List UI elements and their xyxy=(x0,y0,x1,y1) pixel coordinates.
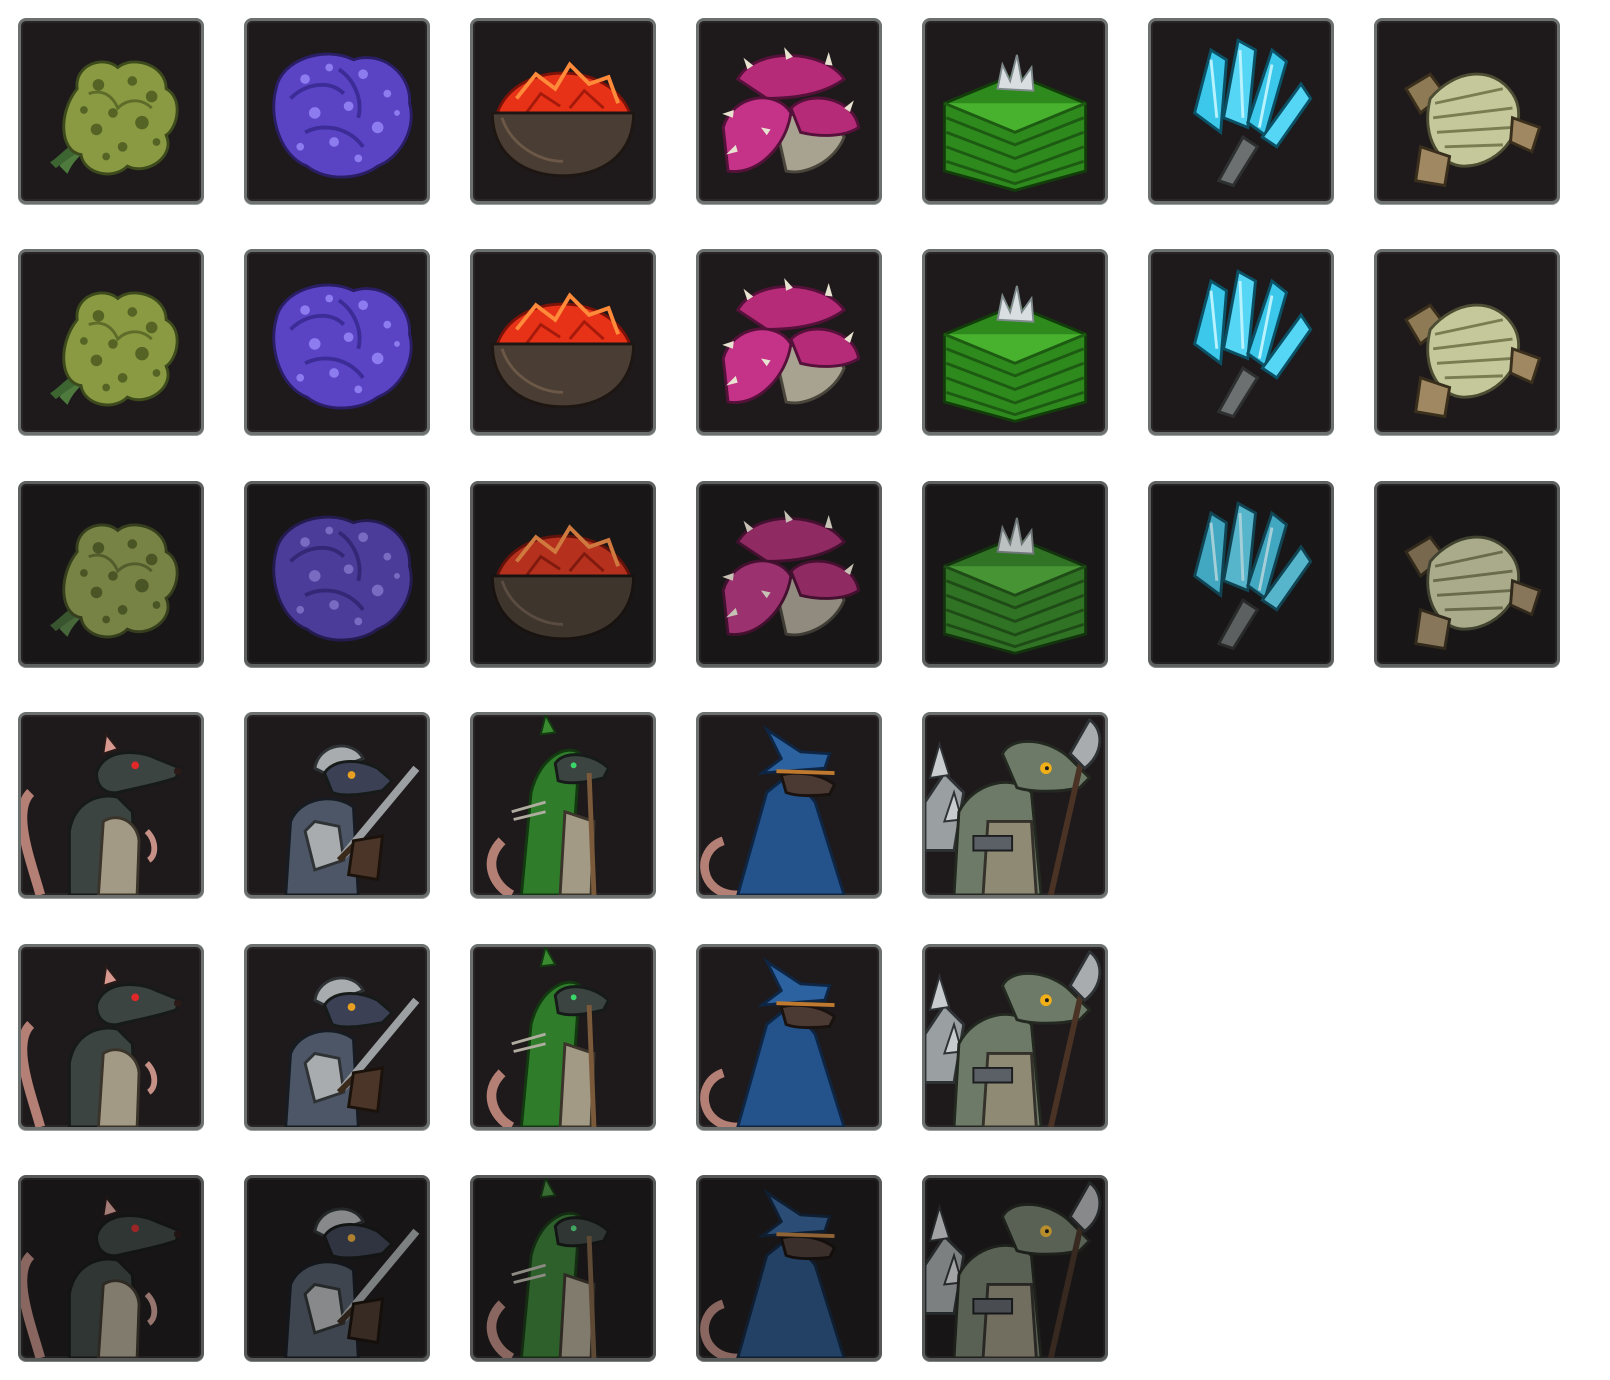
rat-brute-tile[interactable] xyxy=(922,712,1108,898)
bandage-roll-icon xyxy=(1377,484,1557,664)
ice-crystal-tile[interactable] xyxy=(1148,249,1334,435)
blueberry-cluster-icon xyxy=(247,484,427,664)
rat-ranger-icon xyxy=(473,947,653,1127)
moss-stack-tile[interactable] xyxy=(922,481,1108,667)
lichen-icon xyxy=(21,484,201,664)
lichen-tile[interactable] xyxy=(18,18,204,204)
rat-wizard-tile[interactable] xyxy=(696,1175,882,1361)
bandage-roll-tile[interactable] xyxy=(1374,481,1560,667)
moss-stack-icon xyxy=(925,484,1105,664)
rat-knight-tile[interactable] xyxy=(244,944,430,1130)
blueberry-tile[interactable] xyxy=(244,249,430,435)
moss-stack-tile[interactable] xyxy=(922,18,1108,204)
ember-bowl-icon xyxy=(473,252,653,432)
ice-crystal-sprig-icon xyxy=(1151,484,1331,664)
bandage-roll-tile[interactable] xyxy=(1374,18,1560,204)
rat-wizard-tile[interactable] xyxy=(696,944,882,1130)
rat-brute-icon xyxy=(925,715,1105,895)
blueberry-tile[interactable] xyxy=(244,481,430,667)
spiked-mushroom-icon xyxy=(699,21,879,201)
lichen-icon xyxy=(21,21,201,201)
ember-bowl-tile[interactable] xyxy=(470,18,656,204)
ice-crystal-tile[interactable] xyxy=(1148,481,1334,667)
rat-knight-icon xyxy=(247,947,427,1127)
rat-knight-tile[interactable] xyxy=(244,1175,430,1361)
rat-brute-icon xyxy=(925,1178,1105,1358)
moss-stack-icon xyxy=(925,21,1105,201)
ember-bowl-icon xyxy=(473,484,653,664)
ice-crystal-sprig-icon xyxy=(1151,252,1331,432)
rat-row-hover xyxy=(18,944,1108,1130)
rat-scout-icon xyxy=(21,947,201,1127)
resource-row-hover xyxy=(18,249,1560,435)
spiked-mushroom-icon xyxy=(699,252,879,432)
rat-scout-tile[interactable] xyxy=(18,944,204,1130)
ember-bowl-tile[interactable] xyxy=(470,481,656,667)
rat-scout-tile[interactable] xyxy=(18,1175,204,1361)
spiked-mushroom-tile[interactable] xyxy=(696,18,882,204)
rat-ranger-tile[interactable] xyxy=(470,712,656,898)
spiked-mushroom-icon xyxy=(699,484,879,664)
rat-ranger-tile[interactable] xyxy=(470,1175,656,1361)
blueberry-cluster-icon xyxy=(247,21,427,201)
rat-brute-tile[interactable] xyxy=(922,1175,1108,1361)
rat-ranger-tile[interactable] xyxy=(470,944,656,1130)
rat-ranger-icon xyxy=(473,1178,653,1358)
blueberry-cluster-icon xyxy=(247,252,427,432)
lichen-tile[interactable] xyxy=(18,249,204,435)
lichen-tile[interactable] xyxy=(18,481,204,667)
rat-row-disabled xyxy=(18,1175,1108,1361)
resource-row-normal xyxy=(18,18,1560,204)
spiked-mushroom-tile[interactable] xyxy=(696,249,882,435)
rat-knight-icon xyxy=(247,715,427,895)
moss-stack-tile[interactable] xyxy=(922,249,1108,435)
rat-row-normal xyxy=(18,712,1108,898)
ember-bowl-icon xyxy=(473,21,653,201)
rat-scout-icon xyxy=(21,1178,201,1358)
ice-crystal-sprig-icon xyxy=(1151,21,1331,201)
rat-wizard-icon xyxy=(699,1178,879,1358)
rat-wizard-tile[interactable] xyxy=(696,712,882,898)
ember-bowl-tile[interactable] xyxy=(470,249,656,435)
rat-brute-tile[interactable] xyxy=(922,944,1108,1130)
rat-brute-icon xyxy=(925,947,1105,1127)
rat-knight-icon xyxy=(247,1178,427,1358)
rat-knight-tile[interactable] xyxy=(244,712,430,898)
rat-scout-tile[interactable] xyxy=(18,712,204,898)
bandage-roll-tile[interactable] xyxy=(1374,249,1560,435)
lichen-icon xyxy=(21,252,201,432)
rat-scout-icon xyxy=(21,715,201,895)
rat-wizard-icon xyxy=(699,947,879,1127)
ice-crystal-tile[interactable] xyxy=(1148,18,1334,204)
blueberry-tile[interactable] xyxy=(244,18,430,204)
bandage-roll-icon xyxy=(1377,252,1557,432)
moss-stack-icon xyxy=(925,252,1105,432)
spiked-mushroom-tile[interactable] xyxy=(696,481,882,667)
bandage-roll-icon xyxy=(1377,21,1557,201)
rat-ranger-icon xyxy=(473,715,653,895)
rat-wizard-icon xyxy=(699,715,879,895)
resource-row-disabled xyxy=(18,481,1560,667)
